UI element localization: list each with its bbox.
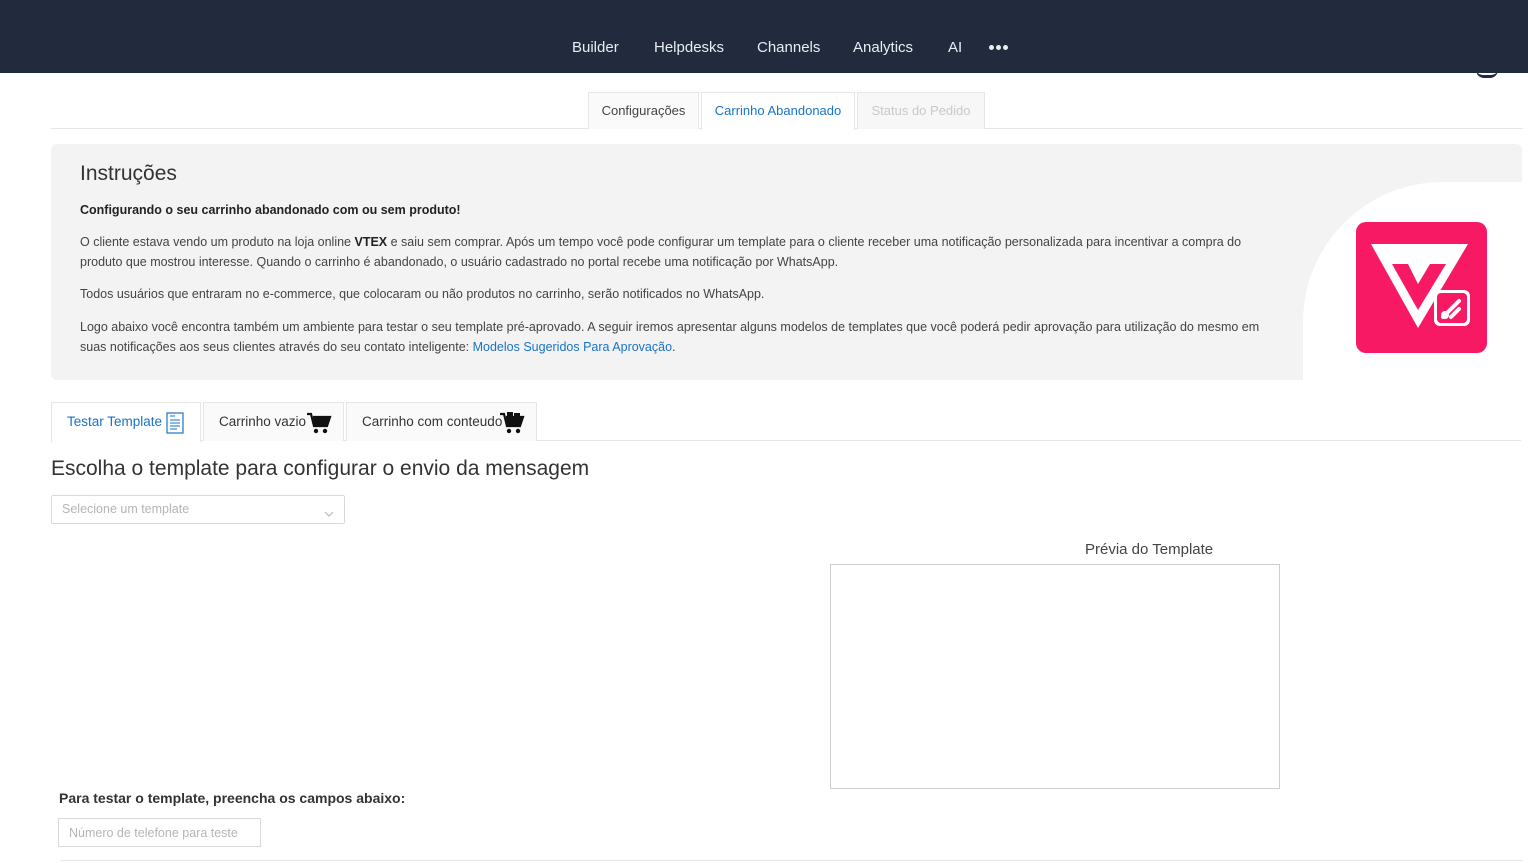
tab-configuracoes[interactable]: Configurações	[588, 92, 699, 129]
top-tabs: Configurações Carrinho Abandonado Status…	[51, 92, 1523, 130]
chevron-down-icon	[324, 505, 334, 523]
sub-tabs: Testar Template Carrinho vazio Carrinho …	[51, 402, 1521, 442]
main-nav: Builder Helpdesks Channels Analytics AI	[0, 38, 1528, 58]
instructions-panel: Instruções Configurando o seu carrinho a…	[51, 144, 1522, 380]
nav-item-builder[interactable]: Builder	[572, 38, 619, 58]
nav-item-ai[interactable]: AI	[948, 38, 962, 58]
instructions-paragraph-3: Logo abaixo você encontra também um ambi…	[80, 320, 1260, 354]
template-preview-box	[830, 564, 1280, 789]
tab-carrinho-com-conteudo[interactable]: Carrinho com conteudo	[346, 402, 537, 441]
divider	[60, 860, 1523, 861]
nav-item-analytics[interactable]: Analytics	[853, 38, 913, 58]
suggested-models-link[interactable]: Modelos Sugeridos Para Aprovação	[473, 340, 672, 354]
preview-title: Prévia do Template	[1085, 541, 1214, 558]
document-icon	[166, 411, 184, 449]
instructions-title: Instruções	[80, 162, 177, 185]
instructions-subtitle: Configurando o seu carrinho abandonado c…	[80, 203, 461, 217]
tab-carrinho-abandonado[interactable]: Carrinho Abandonado	[701, 92, 855, 130]
tab-carrinho-vazio[interactable]: Carrinho vazio	[203, 402, 344, 441]
tab-status-do-pedido: Status do Pedido	[857, 92, 985, 129]
tab-testar-template[interactable]: Testar Template	[51, 402, 201, 442]
cart-icon	[306, 411, 332, 449]
instructions-paragraph-1: O cliente estava vendo um produto na loj…	[80, 235, 1242, 269]
test-instructions-label: Para testar o template, preencha os camp…	[59, 790, 406, 806]
phone-number-input[interactable]	[58, 818, 261, 847]
full-cart-icon	[499, 411, 525, 449]
template-select[interactable]: Selecione um template	[51, 495, 345, 524]
more-horizontal-icon[interactable]	[989, 45, 1009, 51]
corner-decoration	[1476, 70, 1498, 78]
vtex-logo-icon	[1356, 222, 1487, 353]
template-select-placeholder: Selecione um template	[62, 502, 190, 516]
nav-item-helpdesks[interactable]: Helpdesks	[654, 38, 724, 58]
top-navigation-bar: Builder Helpdesks Channels Analytics AI	[0, 0, 1528, 73]
instructions-paragraph-2: Todos usuários que entraram no e-commerc…	[80, 287, 765, 301]
section-title: Escolha o template para configurar o env…	[51, 457, 590, 480]
nav-item-channels[interactable]: Channels	[757, 38, 820, 58]
